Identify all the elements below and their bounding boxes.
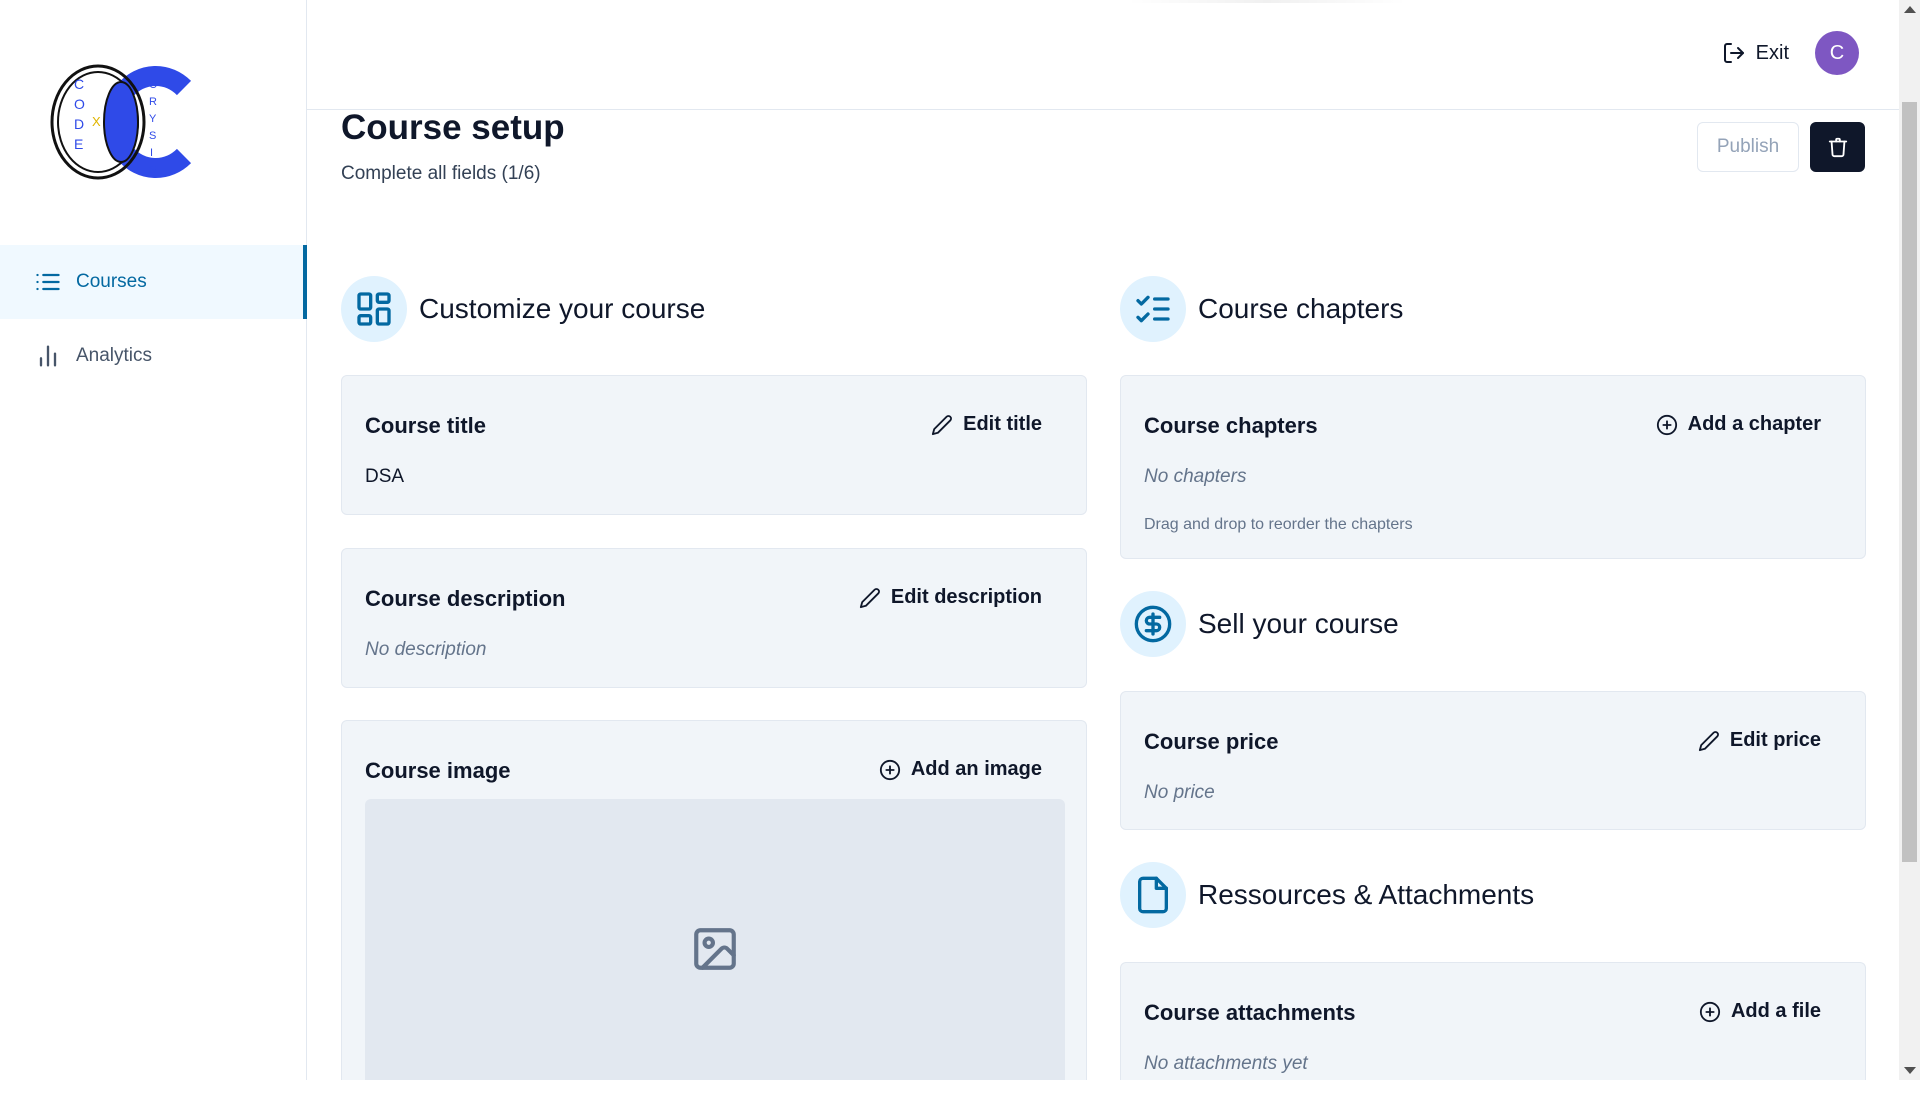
course-description-card: Course description Edit description No d… bbox=[341, 548, 1087, 688]
logo-letter: Y bbox=[149, 113, 157, 125]
pencil-icon bbox=[932, 414, 953, 435]
logo-letter: O bbox=[74, 96, 85, 112]
card-label: Course title bbox=[365, 413, 487, 438]
circle-dollar-icon bbox=[1134, 605, 1172, 643]
pencil-icon bbox=[1698, 730, 1719, 751]
image-placeholder bbox=[365, 799, 1065, 1099]
logo-letter: R bbox=[149, 96, 157, 108]
sidebar-item-label: Courses bbox=[76, 271, 147, 292]
action-label: Edit price bbox=[1729, 729, 1821, 751]
sell-section-header: Sell your course bbox=[1120, 591, 1399, 657]
course-image-card: Course image Add an image bbox=[341, 720, 1087, 1100]
logo-letter: C bbox=[149, 79, 157, 91]
logo-letter: S bbox=[149, 164, 156, 176]
exit-label: Exit bbox=[1755, 41, 1789, 64]
icon-badge bbox=[1120, 276, 1186, 342]
section-title: Customize your course bbox=[419, 293, 706, 324]
attachments-empty-text: No attachments yet bbox=[1144, 1053, 1308, 1074]
course-title-value: DSA bbox=[365, 466, 405, 487]
log-out-icon bbox=[1723, 43, 1744, 63]
logo-letter: X bbox=[92, 114, 101, 129]
code-crysis-logo[interactable]: C O D E X C R Y S I S bbox=[50, 62, 198, 182]
icon-badge bbox=[341, 276, 407, 342]
resources-section-header: Ressources & Attachments bbox=[1120, 862, 1534, 928]
scroll-down-arrow-icon[interactable] bbox=[1904, 1067, 1916, 1074]
completion-status: Complete all fields (1/6) bbox=[341, 163, 541, 184]
section-title: Sell your course bbox=[1198, 608, 1399, 639]
page-scrollbar[interactable] bbox=[1899, 0, 1920, 1080]
edit-description-button[interactable]: Edit description bbox=[859, 586, 1042, 609]
card-label: Course description bbox=[365, 586, 566, 611]
user-avatar[interactable]: C bbox=[1815, 31, 1859, 75]
card-label: Course price bbox=[1144, 729, 1279, 754]
pencil-icon bbox=[859, 587, 880, 608]
description-empty-text: No description bbox=[365, 639, 487, 660]
icon-badge bbox=[1120, 591, 1186, 657]
bar-chart-icon bbox=[39, 345, 57, 367]
plus-circle-icon bbox=[879, 759, 900, 780]
list-checks-icon bbox=[1136, 295, 1170, 323]
edit-price-button[interactable]: Edit price bbox=[1698, 729, 1821, 752]
scroll-thumb[interactable] bbox=[1902, 102, 1917, 862]
section-title: Course chapters bbox=[1198, 293, 1404, 324]
add-image-button[interactable]: Add an image bbox=[879, 758, 1042, 781]
action-label: Add a chapter bbox=[1687, 413, 1821, 435]
course-price-card: Course price Edit price No price bbox=[1120, 691, 1866, 830]
image-icon bbox=[694, 928, 736, 970]
layout-dashboard-icon bbox=[357, 292, 391, 326]
action-label: Add an image bbox=[910, 758, 1042, 780]
card-label: Course attachments bbox=[1144, 1000, 1356, 1025]
card-label: Course image bbox=[365, 758, 511, 783]
logo-letter: D bbox=[74, 116, 84, 132]
logo-letter: C bbox=[74, 76, 84, 92]
logo-letter: I bbox=[150, 147, 153, 159]
course-title-card: Course title Edit title DSA bbox=[341, 375, 1087, 515]
publish-button[interactable]: Publish bbox=[1697, 122, 1799, 172]
price-empty-text: No price bbox=[1144, 782, 1215, 803]
reorder-hint: Drag and drop to reorder the chapters bbox=[1144, 516, 1413, 533]
sidebar-item-label: Analytics bbox=[76, 345, 153, 366]
chapters-empty-text: No chapters bbox=[1144, 466, 1247, 487]
header-shadow bbox=[1127, 0, 1407, 3]
section-title: Ressources & Attachments bbox=[1198, 879, 1535, 910]
delete-course-button[interactable] bbox=[1810, 122, 1865, 172]
sidebar-item-analytics[interactable]: Analytics bbox=[0, 319, 307, 393]
customize-section-header: Customize your course bbox=[341, 276, 705, 342]
top-header: Exit C bbox=[307, 0, 1899, 110]
list-icon bbox=[36, 273, 60, 291]
icon-badge bbox=[1120, 862, 1186, 928]
sidebar: C O D E X C R Y S I S Courses Analytics bbox=[0, 0, 307, 1080]
logo-letter: S bbox=[149, 130, 156, 142]
add-file-button[interactable]: Add a file bbox=[1699, 1000, 1821, 1023]
action-label: Add a file bbox=[1730, 1000, 1821, 1022]
logo-letter: E bbox=[74, 136, 83, 152]
action-label: Edit description bbox=[890, 586, 1042, 608]
sidebar-nav: Courses Analytics bbox=[0, 245, 307, 393]
edit-title-button[interactable]: Edit title bbox=[931, 413, 1042, 436]
scroll-up-arrow-icon[interactable] bbox=[1904, 6, 1916, 13]
action-label: Edit title bbox=[963, 413, 1042, 435]
plus-circle-icon bbox=[1656, 414, 1677, 435]
exit-button[interactable]: Exit bbox=[1722, 36, 1789, 70]
page-title: Course setup bbox=[341, 108, 565, 147]
sidebar-item-courses[interactable]: Courses bbox=[0, 245, 307, 319]
card-label: Course chapters bbox=[1144, 413, 1318, 438]
file-icon bbox=[1138, 876, 1168, 914]
trash-icon bbox=[1828, 137, 1847, 158]
window-bottom-edge bbox=[0, 1080, 1920, 1111]
chapters-section-header: Course chapters bbox=[1120, 276, 1403, 342]
add-chapter-button[interactable]: Add a chapter bbox=[1656, 413, 1821, 436]
plus-circle-icon bbox=[1699, 1001, 1721, 1022]
course-chapters-card: Course chapters Add a chapter No chapter… bbox=[1120, 375, 1866, 559]
